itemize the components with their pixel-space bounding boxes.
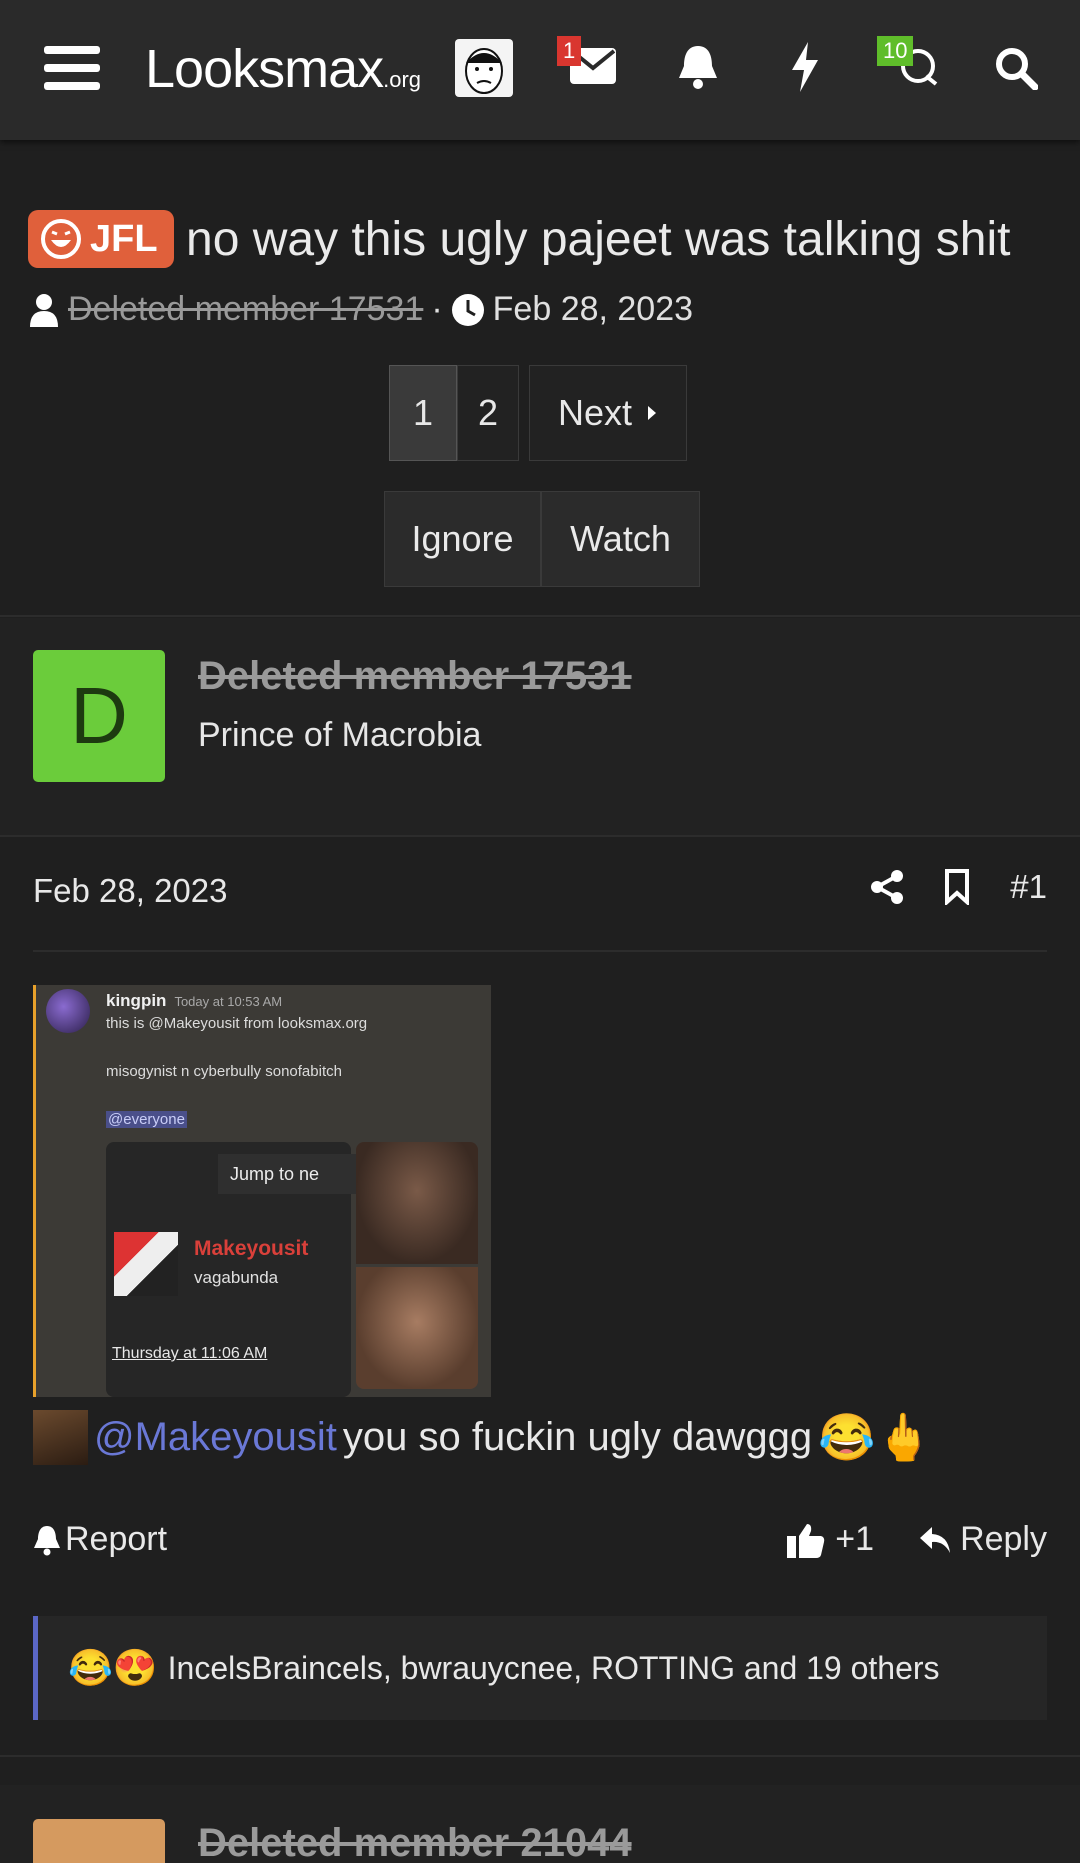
lightning-icon[interactable]: [790, 42, 820, 92]
reactions-bar[interactable]: 😂😍 IncelsBraincels, bwrauycnee, ROTTING …: [33, 1616, 1047, 1720]
embed-line-2: misogynist n cyberbully sonofabitch: [106, 1063, 342, 1080]
like-button[interactable]: +1: [787, 1520, 874, 1559]
thread-date[interactable]: Feb 28, 2023: [493, 290, 693, 329]
inline-image[interactable]: [33, 1410, 88, 1465]
post-body: @Makeyousit you so fuckin ugly dawggg 😂🖕: [33, 1410, 933, 1465]
post-username[interactable]: Deleted member 21044: [198, 1821, 632, 1863]
watch-button[interactable]: Watch: [541, 491, 700, 587]
laughing-face-icon: [41, 219, 81, 259]
thread-author-link[interactable]: Deleted member 17531: [68, 290, 423, 329]
embed-card-image: [114, 1232, 178, 1296]
user-mention[interactable]: @Makeyousit: [94, 1415, 337, 1460]
menu-icon[interactable]: [44, 44, 100, 92]
avatar[interactable]: [455, 39, 513, 97]
reply-icon: [920, 1526, 951, 1553]
report-label: Report: [65, 1520, 168, 1558]
share-icon[interactable]: [870, 869, 904, 905]
post-emoji: 😂🖕: [818, 1411, 933, 1463]
meta-separator: ·: [431, 290, 443, 328]
user-avatar[interactable]: [33, 1819, 165, 1863]
pagination: 1 2 Next: [389, 365, 687, 461]
page-2-button[interactable]: 2: [457, 365, 519, 461]
divider: [33, 950, 1047, 952]
thread-prefix-label: JFL: [90, 217, 158, 260]
embed-mention: @everyone: [106, 1111, 187, 1128]
post-footer: Report +1 Reply: [33, 1520, 1047, 1559]
embedded-screenshot[interactable]: kingpin Today at 10:53 AM this is @Makeyo…: [33, 985, 491, 1397]
post-user-block: D Deleted member 17531 Prince of Macrobi…: [0, 618, 1080, 836]
post-tools: #1: [870, 868, 1047, 906]
user-avatar[interactable]: D: [33, 650, 165, 782]
conversations-count-badge: 10: [877, 36, 914, 66]
post-number[interactable]: #1: [1010, 868, 1047, 906]
reaction-emojis: 😂😍: [68, 1647, 158, 1688]
search-icon[interactable]: [994, 46, 1038, 90]
site-logo[interactable]: Looksmax.org: [145, 38, 421, 99]
messages-count-badge: 1: [557, 36, 582, 66]
bell-icon[interactable]: [677, 44, 719, 90]
embed-card-time: Thursday at 11:06 AM: [112, 1345, 268, 1362]
next-page-button[interactable]: Next: [529, 365, 687, 461]
caret-right-icon: [648, 406, 657, 420]
thumbs-up-icon: [787, 1523, 825, 1558]
embed-photo: [356, 1267, 478, 1389]
bell-icon: [34, 1525, 60, 1555]
clock-icon: [451, 293, 484, 326]
embed-jump: Jump to ne: [218, 1154, 378, 1194]
embed-line-1: this is @Makeyousit from looksmax.org: [106, 1015, 368, 1032]
page-1-button[interactable]: 1: [389, 365, 457, 461]
embed-time: Today at 10:53 AM: [174, 994, 283, 1009]
post-text: you so fuckin ugly dawggg: [342, 1415, 813, 1459]
ignore-button[interactable]: Ignore: [384, 491, 541, 587]
divider: [0, 835, 1080, 837]
next-post-user-block: Deleted member 21044: [0, 1785, 1080, 1863]
post-username[interactable]: Deleted member 17531: [198, 654, 632, 699]
reply-label: Reply: [960, 1520, 1047, 1558]
post-date[interactable]: Feb 28, 2023: [33, 872, 228, 910]
reply-button[interactable]: Reply: [918, 1520, 1047, 1559]
embed-author: kingpin Today at 10:53 AM: [106, 991, 283, 1010]
user-icon: [30, 293, 58, 327]
bookmark-icon[interactable]: [944, 869, 970, 905]
embed-card-name: Makeyousit: [194, 1237, 309, 1260]
embed-card-sub: vagabunda: [194, 1268, 279, 1287]
divider: [0, 1755, 1080, 1757]
next-label: Next: [557, 392, 633, 433]
thread-actions: Ignore Watch: [384, 491, 700, 587]
top-navigation-bar: Looksmax.org 1 10: [0, 0, 1080, 140]
thread-header: JFL no way this ugly pajeet was talking …: [28, 210, 1058, 268]
embed-photo: [356, 1142, 478, 1264]
thread-title: no way this ugly pajeet was talking shit: [186, 212, 1011, 266]
like-count: +1: [835, 1520, 875, 1558]
thread-prefix-badge[interactable]: JFL: [28, 210, 174, 268]
thread-meta: Deleted member 17531 · Feb 28, 2023: [28, 290, 693, 329]
embed-avatar: [46, 989, 90, 1033]
user-title: Prince of Macrobia: [198, 716, 482, 754]
divider: [0, 615, 1080, 617]
report-button[interactable]: Report: [33, 1520, 167, 1559]
embed-card: Jump to ne Makeyousit vagabunda Thursday…: [106, 1142, 378, 1397]
reaction-summary: IncelsBraincels, bwrauycnee, ROTTING and…: [167, 1649, 940, 1686]
